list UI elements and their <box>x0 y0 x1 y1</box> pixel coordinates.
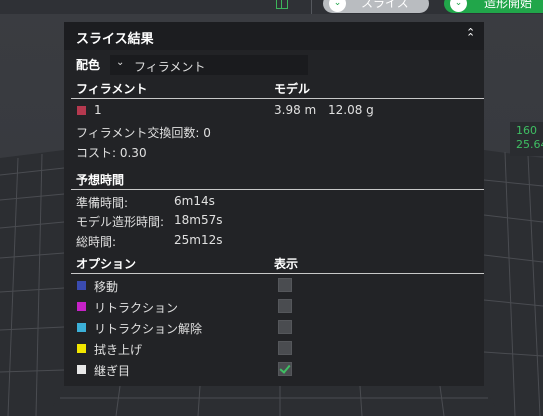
estimate-header: 予想時間 <box>76 173 125 187</box>
deretraction-color-swatch <box>77 323 86 332</box>
deretraction-visibility-checkbox[interactable] <box>278 320 292 334</box>
top-toolbar: ⌄ スライス ⌄ 造形開始 <box>0 0 543 14</box>
print-button[interactable]: ⌄ 造形開始 <box>444 0 543 13</box>
collapse-icon[interactable]: ⌃ ⌃ <box>466 27 478 43</box>
slice-button[interactable]: ⌄ スライス <box>323 0 429 13</box>
filament-column-header: フィラメント <box>76 82 148 96</box>
option-label: 移動 <box>94 280 119 294</box>
filament-color-swatch <box>77 106 86 115</box>
options-header: オプション <box>76 257 137 271</box>
prep-time-label: 準備時間: <box>76 196 129 210</box>
total-time-value: 25m12s <box>174 233 223 247</box>
slice-result-panel: スライス結果 ⌃ ⌃ 配色 ⌄ フィラメント フィラメント モデル 1 3.98 … <box>64 22 484 386</box>
filament-length: 3.98 m <box>274 103 317 117</box>
filament-id: 1 <box>94 103 102 117</box>
readout-line-2: 25.64 <box>516 138 543 151</box>
color-scheme-select[interactable]: ⌄ フィラメント <box>110 55 308 75</box>
chevron-down-icon: ⌄ <box>329 0 346 12</box>
option-label: リトラクション <box>94 301 179 315</box>
prep-time-value: 6m14s <box>174 194 215 208</box>
color-scheme-label: 配色 <box>76 58 101 72</box>
layout-icon[interactable] <box>276 0 288 9</box>
readout-line-1: 160 <box>516 124 537 137</box>
total-time-label: 総時間: <box>76 235 117 249</box>
retraction-color-swatch <box>77 302 86 311</box>
travel-visibility-checkbox[interactable] <box>278 278 292 292</box>
display-header: 表示 <box>274 257 299 271</box>
chevron-down-icon: ⌄ <box>450 0 467 12</box>
panel-title: スライス結果 <box>76 32 154 47</box>
filament-change-count: フィラメント交換回数: 0 <box>76 126 211 140</box>
divider <box>71 189 484 190</box>
model-time-value: 18m57s <box>174 213 223 227</box>
travel-color-swatch <box>77 281 86 290</box>
cost: コスト: 0.30 <box>76 146 147 160</box>
slice-button-label: スライス <box>361 0 409 10</box>
seam-visibility-checkbox[interactable] <box>278 362 292 376</box>
option-label: 拭き上げ <box>94 343 143 357</box>
divider <box>71 273 484 274</box>
model-time-label: モデル造形時間: <box>76 215 165 229</box>
filament-weight: 12.08 g <box>328 103 374 117</box>
wipe-color-swatch <box>77 344 86 353</box>
toolbar-divider <box>311 0 312 14</box>
model-column-header: モデル <box>274 82 311 96</box>
coordinate-readout: 160 25.64 <box>510 122 543 156</box>
option-label: リトラクション解除 <box>94 322 203 336</box>
color-scheme-value: フィラメント <box>134 60 206 74</box>
wipe-visibility-checkbox[interactable] <box>278 341 292 355</box>
chevron-down-icon: ⌄ <box>116 57 125 68</box>
print-button-label: 造形開始 <box>484 0 533 10</box>
retraction-visibility-checkbox[interactable] <box>278 299 292 313</box>
seam-color-swatch <box>77 365 86 374</box>
panel-header[interactable]: スライス結果 ⌃ ⌃ <box>64 22 484 50</box>
divider <box>71 98 484 99</box>
option-label: 継ぎ目 <box>94 364 131 378</box>
